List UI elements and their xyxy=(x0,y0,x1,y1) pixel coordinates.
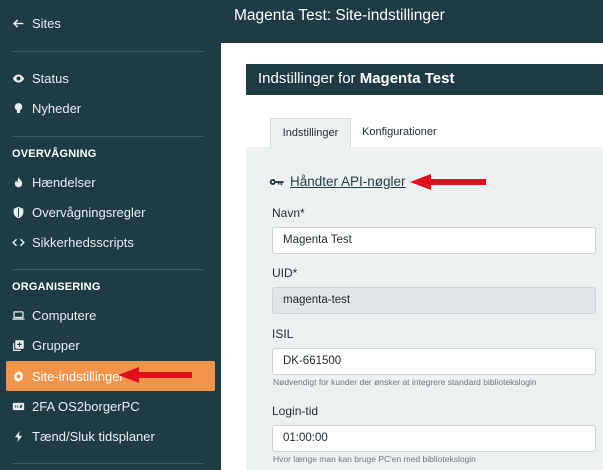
sidebar-divider xyxy=(12,51,204,52)
isil-help-text: Nødvendigt for kunder der ønsker at inte… xyxy=(273,377,537,387)
sidebar-item-grupper[interactable]: Grupper xyxy=(0,330,221,360)
field-label-navn: Navn* xyxy=(272,206,305,220)
sidebar-item-2fa[interactable]: 2FA OS2borgerPC xyxy=(0,391,221,421)
login-tid-help-text: Hvor længe man kan bruge PC'en med bibli… xyxy=(273,454,476,464)
field-label-login-tid: Login-tid xyxy=(272,404,319,418)
sidebar-item-haendelser[interactable]: Hændelser xyxy=(0,167,221,197)
sidebar-item-label: Status xyxy=(32,70,69,86)
panel-title-prefix: Indstillinger for xyxy=(258,70,356,87)
arrow-left-icon xyxy=(11,16,25,30)
back-label: Sites xyxy=(32,15,61,31)
lightbulb-icon xyxy=(11,101,25,115)
sidebar-item-taend-sluk[interactable]: Tænd/Sluk tidsplaner xyxy=(0,421,221,451)
manage-api-keys-link[interactable]: Håndter API-nøgler xyxy=(269,174,406,189)
eye-icon xyxy=(11,71,25,85)
annotation-arrow-icon xyxy=(118,367,192,383)
sidebar-item-label: Site-indstillinger xyxy=(32,368,124,384)
sidebar-item-sikkerhedsscripts[interactable]: Sikkerhedsscripts xyxy=(0,227,221,257)
fire-icon xyxy=(11,175,25,189)
sidebar-divider xyxy=(12,136,204,137)
sidebar-item-label: Computere xyxy=(32,307,97,323)
code-icon xyxy=(11,235,25,249)
panel-site-name: Magenta Test xyxy=(359,70,455,87)
section-heading-organisering: ORGANISERING xyxy=(12,281,101,293)
api-link-label: Håndter API-nøgler xyxy=(290,174,406,189)
key-icon xyxy=(269,178,284,185)
navn-input[interactable]: Magenta Test xyxy=(272,227,596,254)
sidebar-item-label: Overvågningsregler xyxy=(32,204,146,220)
sidebar-item-label: Nyheder xyxy=(32,100,82,116)
section-heading-monitoring: OVERVÅGNING xyxy=(12,148,97,160)
top-bar: Magenta Test: Site-indstillinger xyxy=(221,0,603,43)
sidebar-item-label: Grupper xyxy=(32,337,80,353)
sidebar-item-label: Sikkerhedsscripts xyxy=(32,234,134,250)
field-label-uid: UID* xyxy=(272,266,298,280)
shield-icon xyxy=(11,205,25,219)
back-to-sites-link[interactable]: Sites xyxy=(0,8,221,38)
sidebar-item-label: Hændelser xyxy=(32,174,96,190)
tab-konfigurationer[interactable]: Konfigurationer xyxy=(362,122,437,142)
page-title: Magenta Test: Site-indstillinger xyxy=(234,7,445,24)
panel-title: Indstillinger for Magenta Test xyxy=(258,70,454,87)
sidebar-item-label: 2FA OS2borgerPC xyxy=(32,398,140,414)
plus-square-icon xyxy=(11,338,25,352)
sidebar-divider xyxy=(12,269,204,270)
isil-input[interactable]: DK-661500 xyxy=(272,348,596,375)
sidebar-item-label: Tænd/Sluk tidsplaner xyxy=(32,428,155,444)
sidebar-divider xyxy=(12,463,204,464)
field-label-isil: ISIL xyxy=(272,327,294,341)
main-content: Indstillinger for Magenta Test Indstilli… xyxy=(221,43,603,470)
keypad-icon xyxy=(11,399,25,413)
tab-indstillinger[interactable]: Indstillinger xyxy=(270,118,351,148)
sidebar-item-nyheder[interactable]: Nyheder xyxy=(0,93,221,123)
sidebar-item-computere[interactable]: Computere xyxy=(0,300,221,330)
login-tid-input[interactable]: 01:00:00 xyxy=(272,425,596,452)
laptop-icon xyxy=(11,308,25,322)
sidebar: Sites Status Nyheder OVERVÅGNING Hændels… xyxy=(0,0,221,470)
sidebar-item-overvaagningsregler[interactable]: Overvågningsregler xyxy=(0,197,221,227)
annotation-arrow-icon xyxy=(410,174,486,190)
sidebar-item-status[interactable]: Status xyxy=(0,63,221,93)
bolt-icon xyxy=(11,429,25,443)
uid-input: magenta-test xyxy=(272,287,596,314)
settings-panel-header: Indstillinger for Magenta Test xyxy=(246,64,603,95)
gear-icon xyxy=(11,369,25,383)
